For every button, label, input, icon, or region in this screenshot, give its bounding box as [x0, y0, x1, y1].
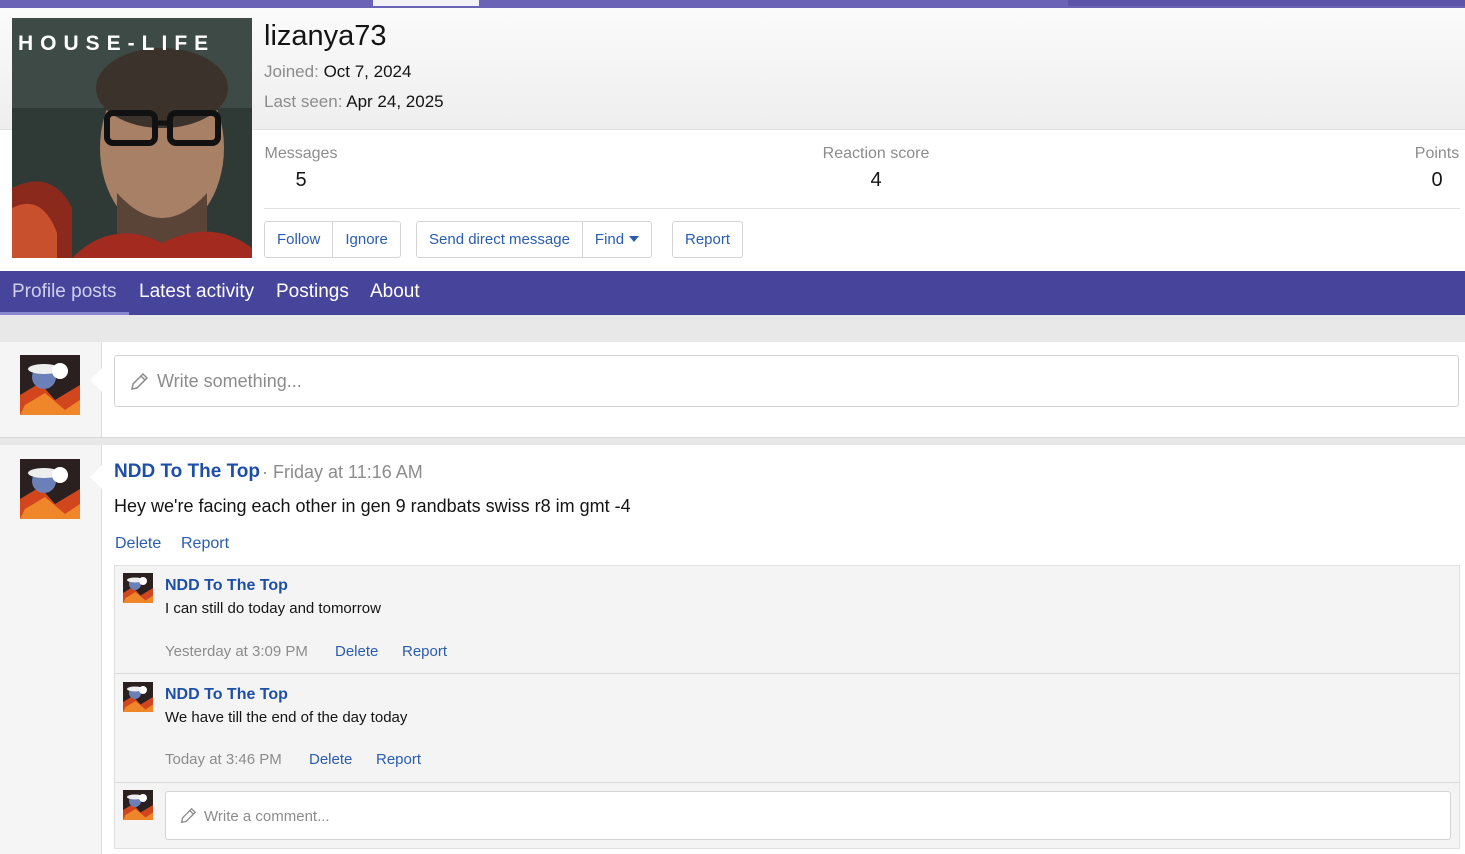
stat-messages-label: Messages	[264, 145, 338, 162]
stat-points[interactable]: Points 0	[1410, 145, 1464, 192]
tab-about[interactable]: About	[358, 271, 432, 315]
report-group: Report	[672, 221, 744, 258]
comment-divider	[114, 782, 1460, 783]
report-profile-button[interactable]: Report	[673, 222, 742, 257]
post-author-avatar[interactable]	[20, 459, 80, 519]
avatar-banner-text: HOUSE-LIFE	[18, 32, 216, 55]
viewer-avatar[interactable]	[20, 355, 80, 415]
post-report-link[interactable]: Report	[181, 535, 229, 553]
last-seen-value: Apr 24, 2025	[346, 92, 444, 111]
comment-author-avatar[interactable]	[123, 573, 153, 603]
stat-messages[interactable]: Messages 5	[264, 145, 338, 192]
write-comment-placeholder: Write a comment...	[204, 808, 330, 825]
follow-ignore-group: Follow Ignore	[264, 221, 401, 258]
joined-label: Joined:	[264, 62, 319, 81]
tab-latest-activity[interactable]: Latest activity	[127, 271, 266, 315]
comment-author-link[interactable]: NDD To The Top	[165, 577, 288, 595]
pencil-icon	[131, 372, 149, 390]
follow-button[interactable]: Follow	[265, 222, 334, 257]
find-label: Find	[594, 231, 625, 248]
post-separator	[0, 437, 1465, 445]
profile-avatar[interactable]: HOUSE-LIFE	[12, 18, 252, 258]
comment-divider	[114, 673, 1460, 674]
comment-timestamp[interactable]: Yesterday at 3:09 PM	[165, 643, 308, 660]
comment-body: I can still do today and tomorrow	[165, 600, 381, 617]
comment-report-link[interactable]: Report	[376, 751, 421, 768]
stat-messages-value: 5	[295, 169, 307, 191]
stat-reaction-label: Reaction score	[822, 145, 930, 162]
message-find-group: Send direct message Find	[416, 221, 653, 258]
comment-author-link[interactable]: NDD To The Top	[165, 686, 288, 704]
comment-timestamp[interactable]: Today at 3:46 PM	[165, 751, 282, 768]
top-nav-active-segment[interactable]	[373, 0, 479, 6]
stat-reaction-value: 4	[870, 169, 882, 191]
post-timestamp[interactable]: · Friday at 11:16 AM	[262, 462, 423, 483]
ignore-button[interactable]: Ignore	[333, 222, 400, 257]
viewer-comment-avatar[interactable]	[123, 790, 153, 820]
write-comment-input[interactable]: Write a comment...	[165, 791, 1451, 840]
comment-delete-link[interactable]: Delete	[309, 751, 352, 768]
write-something-placeholder: Write something...	[157, 371, 302, 391]
top-nav-strip	[0, 0, 1465, 8]
comment-body: We have till the end of the day today	[165, 709, 408, 726]
tab-profile-posts[interactable]: Profile posts	[0, 271, 129, 315]
post-author-link[interactable]: NDD To The Top	[114, 461, 260, 483]
profile-username: lizanya73	[264, 20, 387, 52]
send-direct-message-button[interactable]: Send direct message	[417, 222, 583, 257]
last-seen-line: Last seen: Apr 24, 2025	[264, 92, 444, 112]
find-dropdown-button[interactable]: Find	[583, 222, 651, 257]
stat-points-label: Points	[1414, 145, 1460, 162]
pencil-icon	[180, 807, 197, 824]
write-something-input[interactable]: Write something...	[114, 355, 1459, 407]
stat-reaction-score[interactable]: Reaction score 4	[815, 145, 937, 192]
comment-report-link[interactable]: Report	[402, 643, 447, 660]
tab-postings[interactable]: Postings	[264, 271, 361, 315]
stat-points-value: 0	[1431, 169, 1443, 191]
post-arrow	[90, 465, 102, 489]
comment-author-avatar[interactable]	[123, 682, 153, 712]
caret-down-icon	[629, 236, 640, 242]
post-delete-link[interactable]: Delete	[115, 535, 161, 553]
composer-arrow	[90, 368, 102, 392]
post-body: Hey we're facing each other in gen 9 ran…	[114, 496, 631, 516]
last-seen-label: Last seen:	[264, 92, 343, 111]
joined-value: Oct 7, 2024	[323, 62, 412, 81]
joined-line: Joined: Oct 7, 2024	[264, 62, 411, 82]
profile-tabs: Profile posts Latest activity Postings A…	[0, 271, 1465, 315]
stats-divider	[264, 208, 1460, 209]
comment-delete-link[interactable]: Delete	[335, 643, 378, 660]
top-nav-segment[interactable]	[1068, 0, 1465, 6]
tab-gap	[0, 315, 1465, 342]
